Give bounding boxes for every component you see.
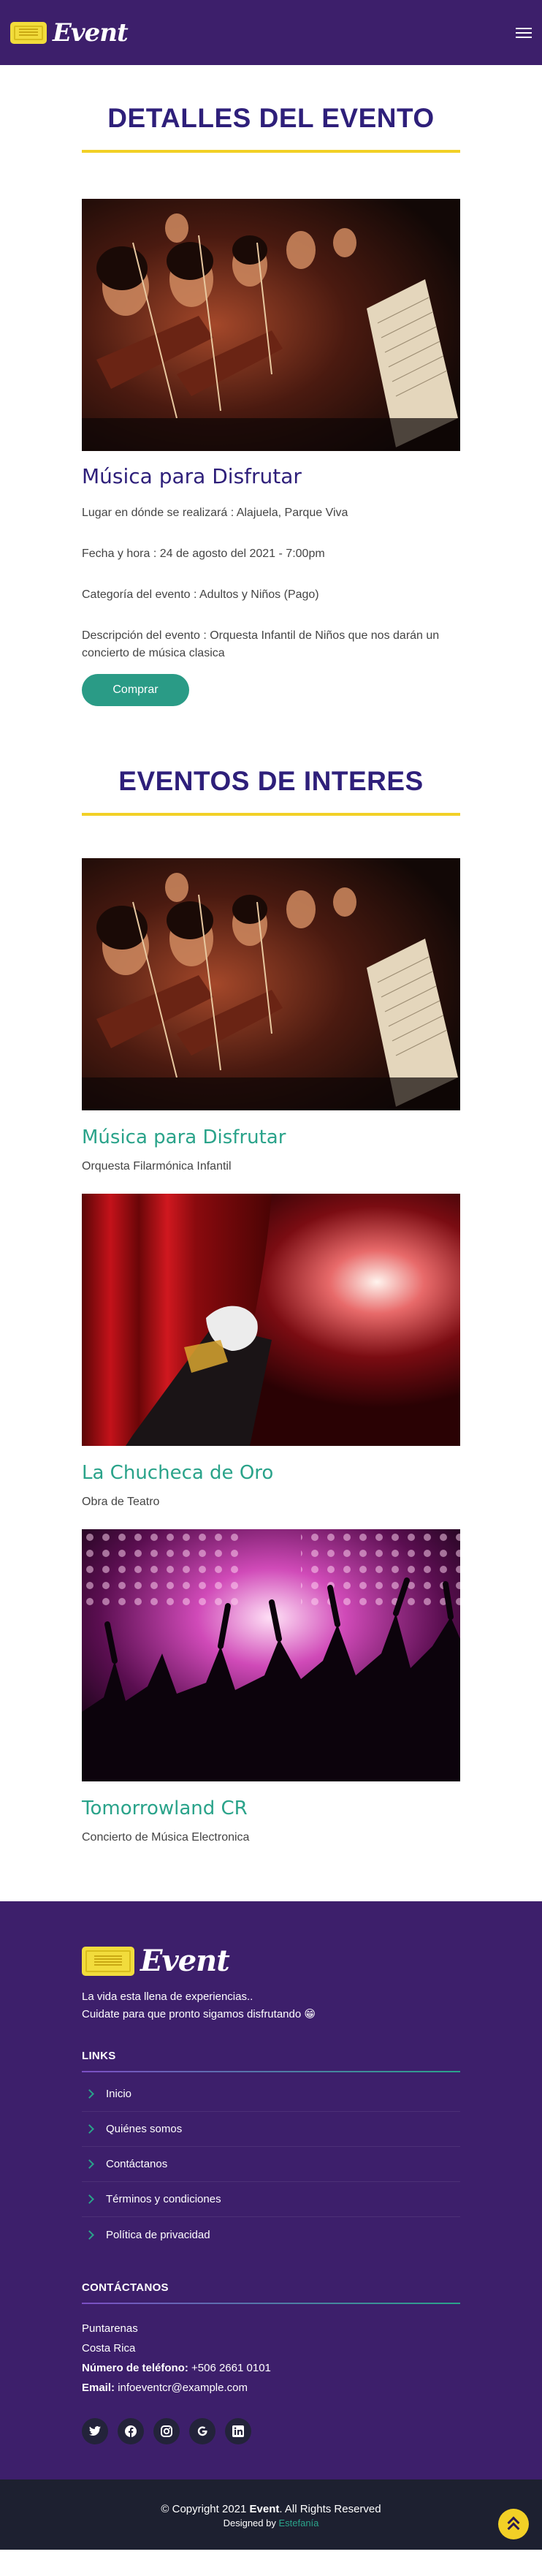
details-title: DETALLES DEL EVENTO: [107, 103, 435, 133]
event-name: Música para Disfrutar: [82, 464, 302, 488]
card-subtitle: Concierto de Música Electronica: [82, 1831, 250, 1844]
event-description: Descripción del evento : Orquesta Infant…: [82, 629, 440, 659]
footer-link-contactanos[interactable]: Contáctanos: [82, 2147, 460, 2182]
event-category: Categoría del evento : Adultos y Niños (…: [82, 588, 319, 601]
footer-tagline: Cuidate para que pronto sigamos disfruta…: [82, 2008, 316, 2020]
links-heading: LINKS: [82, 2050, 116, 2062]
chevron-right-icon: [85, 2230, 94, 2240]
copyright-text: © Copyright 2021 Event. All Rights Reser…: [161, 2503, 381, 2515]
chevron-right-icon: [85, 2089, 94, 2099]
chevron-right-icon: [85, 2159, 94, 2169]
logo[interactable]: Event: [10, 18, 129, 48]
event-datetime: Fecha y hora : 24 de agosto del 2021 - 7…: [82, 548, 325, 560]
footer-link-inicio[interactable]: Inicio: [82, 2077, 460, 2112]
designed-by: Designed by Estefanía: [223, 2518, 319, 2528]
site-header: Event: [0, 0, 542, 65]
card-subtitle: Orquesta Filarmónica Infantil: [82, 1160, 232, 1173]
designer-link[interactable]: Estefanía: [278, 2518, 318, 2528]
theater-curtain-image: [82, 1194, 460, 1446]
concert-crowd-image: [82, 1529, 460, 1781]
instagram-icon[interactable]: [153, 2418, 180, 2444]
event-card[interactable]: Música para Disfrutar Orquesta Filarmóni…: [82, 858, 460, 1173]
card-title[interactable]: La Chucheca de Oro: [82, 1462, 460, 1484]
chevron-right-icon: [85, 2194, 94, 2204]
twitter-icon[interactable]: [82, 2418, 108, 2444]
buy-button[interactable]: Comprar: [82, 674, 189, 706]
contact-email: Email: infoeventcr@example.com: [82, 2382, 248, 2394]
contact-phone: Número de teléfono: +506 2661 0101: [82, 2362, 271, 2374]
chevron-right-icon: [85, 2124, 94, 2134]
contact-heading: CONTÁCTANOS: [82, 2281, 169, 2294]
footer-link-terminos[interactable]: Términos y condiciones: [82, 2182, 460, 2217]
links-divider: [82, 2071, 460, 2072]
footer-logo-text: Event: [140, 1944, 230, 1978]
orchestra-image: [82, 858, 460, 1110]
footer-link-privacidad[interactable]: Política de privacidad: [82, 2217, 460, 2252]
back-to-top-button[interactable]: [498, 2509, 529, 2539]
interest-title: EVENTOS DE INTERES: [118, 766, 424, 796]
contact-city: Puntarenas: [82, 2322, 138, 2335]
card-title[interactable]: Música para Disfrutar: [82, 1126, 460, 1148]
ticket-icon: [10, 21, 47, 44]
event-card[interactable]: La Chucheca de Oro Obra de Teatro: [82, 1194, 460, 1509]
footer-link-quienes-somos[interactable]: Quiénes somos: [82, 2112, 460, 2147]
facebook-icon[interactable]: [118, 2418, 144, 2444]
card-title[interactable]: Tomorrowland CR: [82, 1797, 460, 1819]
google-icon[interactable]: [189, 2418, 215, 2444]
contact-divider: [82, 2303, 460, 2304]
card-subtitle: Obra de Teatro: [82, 1496, 160, 1508]
footer-logo[interactable]: Event: [82, 1944, 460, 1978]
title-underline: [82, 813, 460, 816]
footer-tagline: La vida esta llena de experiencias..: [82, 1990, 253, 2003]
footer-links: Inicio Quiénes somos Contáctanos Término…: [82, 2077, 460, 2252]
social-links: [82, 2418, 460, 2444]
ticket-icon: [82, 1946, 134, 1976]
site-footer: Event La vida esta llena de experiencias…: [0, 1901, 542, 2480]
copyright-bar: © Copyright 2021 Event. All Rights Reser…: [0, 2480, 542, 2550]
linkedin-icon[interactable]: [225, 2418, 251, 2444]
event-location: Lugar en dónde se realizará : Alajuela, …: [82, 507, 348, 519]
title-underline: [82, 150, 460, 153]
logo-text: Event: [53, 18, 129, 48]
event-card[interactable]: Tomorrowland CR Concierto de Música Elec…: [82, 1529, 460, 1844]
contact-country: Costa Rica: [82, 2342, 136, 2355]
orchestra-image: [82, 199, 460, 451]
menu-icon[interactable]: [516, 26, 532, 40]
